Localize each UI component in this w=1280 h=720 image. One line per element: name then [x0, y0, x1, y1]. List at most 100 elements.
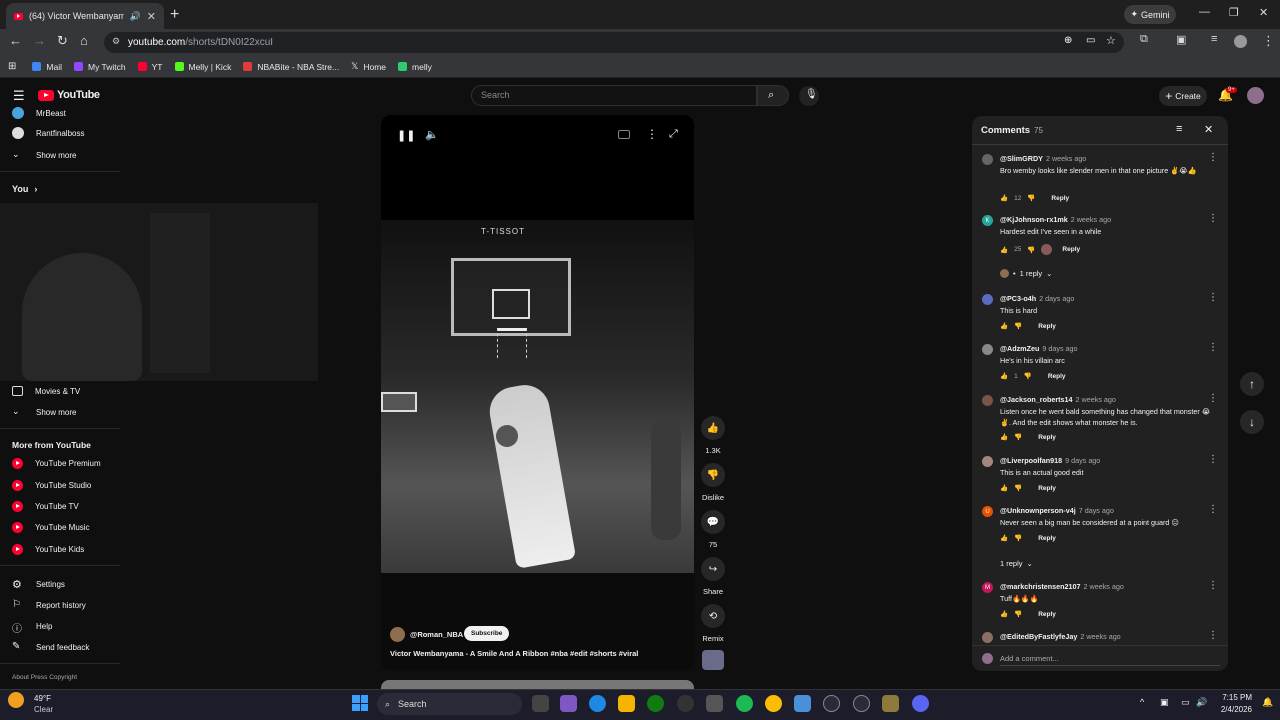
like-action[interactable]: 👍 1.3K	[701, 416, 725, 455]
bookmark-mail[interactable]: Mail	[32, 62, 62, 72]
thumbs-up-icon[interactable]: 👍	[1000, 322, 1008, 330]
thumbs-up-icon[interactable]: 👍	[1000, 372, 1008, 380]
search-button[interactable]: ⌕	[757, 85, 789, 106]
site-info-icon[interactable]: ⚙	[112, 36, 120, 47]
bookmark-yt[interactable]: YT	[137, 62, 163, 72]
channel-name[interactable]: @Roman_NBA	[410, 630, 463, 639]
photos-icon[interactable]	[794, 695, 811, 712]
zoom-icon[interactable]: ⊕	[1064, 35, 1072, 46]
sound-thumbnail[interactable]	[702, 650, 724, 670]
minimize-button[interactable]: —	[1199, 6, 1210, 18]
thumbs-up-icon[interactable]: 👍	[1000, 610, 1008, 618]
notification-center-icon[interactable]: 🔔	[1262, 697, 1273, 708]
copilot-icon[interactable]	[560, 695, 577, 712]
commenter-avatar[interactable]: K	[982, 215, 993, 226]
sidebar-sub-rantfinalboss[interactable]: Rantfinalboss	[12, 125, 84, 141]
sidebar-youtube-kids[interactable]: YouTube Kids	[12, 541, 84, 557]
gemini-button[interactable]: ✦ Gemini	[1124, 5, 1176, 24]
weather-temp[interactable]: 49°F	[34, 694, 51, 703]
browser-tab[interactable]: (64) Victor Wembanyama - 🔊 ✕	[6, 3, 164, 29]
reply-button[interactable]: Reply	[1051, 195, 1069, 202]
xbox-icon[interactable]	[647, 695, 664, 712]
comment-more-icon[interactable]: ⋮	[1208, 152, 1218, 163]
thumbs-down-icon[interactable]: 👎	[1014, 484, 1022, 492]
thumbs-down-icon[interactable]: 👎	[1014, 610, 1022, 618]
network-icon[interactable]: ▭	[1181, 697, 1190, 708]
more-options-icon[interactable]: ⋮	[646, 127, 658, 141]
close-window-button[interactable]: ✕	[1259, 6, 1268, 19]
volume-icon[interactable]: 🔊	[1196, 697, 1207, 708]
thumbs-down-icon[interactable]: 👎	[1024, 372, 1032, 380]
account-avatar[interactable]	[1247, 87, 1264, 104]
share-icon[interactable]: ↪	[701, 557, 725, 581]
bookmark-kick[interactable]: Melly | Kick	[174, 62, 231, 72]
address-bar[interactable]: ⚙ youtube.com/shorts/tDN0I22xcuI ⊕ ▭ ☆	[104, 32, 1124, 53]
menu-kebab-icon[interactable]: ⋮	[1262, 33, 1275, 49]
comment-author[interactable]: @markchristensen2107	[1000, 582, 1081, 591]
comment-more-icon[interactable]: ⋮	[1208, 454, 1218, 465]
captions-icon[interactable]	[618, 130, 630, 139]
commenter-avatar[interactable]	[982, 294, 993, 305]
apps-grid-icon[interactable]: ⊞	[8, 61, 16, 72]
reply-button[interactable]: Reply	[1038, 611, 1056, 618]
comment-author[interactable]: @Liverpoolfan918	[1000, 456, 1062, 465]
sidebar-show-more-2[interactable]: ⌄ Show more	[12, 404, 76, 420]
remix-action[interactable]: ⟲ Remix	[701, 604, 725, 643]
next-short-button[interactable]: ↓	[1240, 410, 1264, 434]
weather-moon-icon[interactable]	[8, 692, 24, 708]
comment-more-icon[interactable]: ⋮	[1208, 580, 1218, 591]
audio-icon[interactable]: 🔊	[130, 11, 141, 22]
chrome-icon[interactable]	[765, 695, 782, 712]
replies-toggle[interactable]: 1 reply ⌄	[1000, 559, 1033, 568]
thumbs-down-icon[interactable]: 👎	[1027, 246, 1035, 254]
youtube-logo[interactable]: YouTube	[38, 89, 100, 101]
commenter-avatar[interactable]: M	[982, 582, 993, 593]
comment-author[interactable]: @Jackson_roberts14	[1000, 395, 1073, 404]
extensions-icon[interactable]: ⧉	[1140, 33, 1148, 46]
sidebar-settings[interactable]: ⚙ Settings	[12, 576, 65, 592]
fullscreen-icon[interactable]: ⤢	[669, 128, 678, 141]
thumbs-up-icon[interactable]: 👍	[1000, 194, 1008, 202]
github-icon[interactable]	[677, 695, 694, 712]
thumbs-down-icon[interactable]: 👎	[1014, 433, 1022, 441]
reply-button[interactable]: Reply	[1038, 485, 1056, 492]
remix-icon[interactable]: ⟲	[701, 604, 725, 628]
tray-chevron-icon[interactable]: ^	[1140, 697, 1144, 707]
thumbs-up-icon[interactable]: 👍	[1000, 246, 1008, 254]
bookmark-star-icon[interactable]: ☆	[1106, 34, 1116, 47]
sidebar-movies-tv[interactable]: Movies & TV	[12, 383, 80, 399]
comment-more-icon[interactable]: ⋮	[1208, 504, 1218, 515]
reply-button[interactable]: Reply	[1062, 246, 1080, 253]
sidebar-youtube-music[interactable]: YouTube Music	[12, 519, 90, 535]
replies-toggle[interactable]: • 1 reply ⌄	[1000, 269, 1052, 278]
sidebar-help[interactable]: ⓘ Help	[12, 618, 52, 636]
close-tab-icon[interactable]: ✕	[147, 10, 156, 23]
next-short-preview[interactable]	[381, 680, 694, 689]
pause-icon[interactable]: ❚❚	[397, 129, 415, 142]
reply-button[interactable]: Reply	[1038, 434, 1056, 441]
discord-icon[interactable]	[912, 695, 929, 712]
thumbs-down-icon[interactable]: 👎	[1014, 534, 1022, 542]
previous-short-button[interactable]: ↑	[1240, 372, 1264, 396]
share-action[interactable]: ↪ Share	[701, 557, 725, 596]
channel-avatar[interactable]	[390, 627, 405, 642]
app-arrow-icon[interactable]	[853, 695, 870, 712]
comment-author[interactable]: @EditedByFastlyfeJay	[1000, 632, 1077, 641]
comment-author[interactable]: @PC3-o4h	[1000, 294, 1036, 303]
reply-button[interactable]: Reply	[1048, 373, 1066, 380]
shorts-player[interactable]: ❚❚ 🔈 ⋮ ⤢ T-TISSOT @Roman_NBA Subscribe V…	[381, 115, 694, 670]
comment-author[interactable]: @Unknownperson-v4j	[1000, 506, 1076, 515]
thumbs-down-icon[interactable]: 👎	[1014, 322, 1022, 330]
comment-more-icon[interactable]: ⋮	[1208, 393, 1218, 404]
commenter-avatar[interactable]: U	[982, 506, 993, 517]
app-icon[interactable]	[882, 695, 899, 712]
task-view-icon[interactable]	[532, 695, 549, 712]
comment-more-icon[interactable]: ⋮	[1208, 342, 1218, 353]
sidebar-youtube-studio[interactable]: YouTube Studio	[12, 477, 91, 493]
clock-date[interactable]: 2/4/2026	[1212, 705, 1252, 714]
taskbar-search[interactable]: ⌕ Search	[377, 693, 522, 715]
sidebar-you[interactable]: You ›	[12, 181, 37, 197]
cast-icon[interactable]: ▭	[1086, 35, 1095, 46]
hamburger-icon[interactable]: ☰	[13, 88, 25, 104]
add-comment-input[interactable]: Add a comment...	[1000, 654, 1220, 666]
